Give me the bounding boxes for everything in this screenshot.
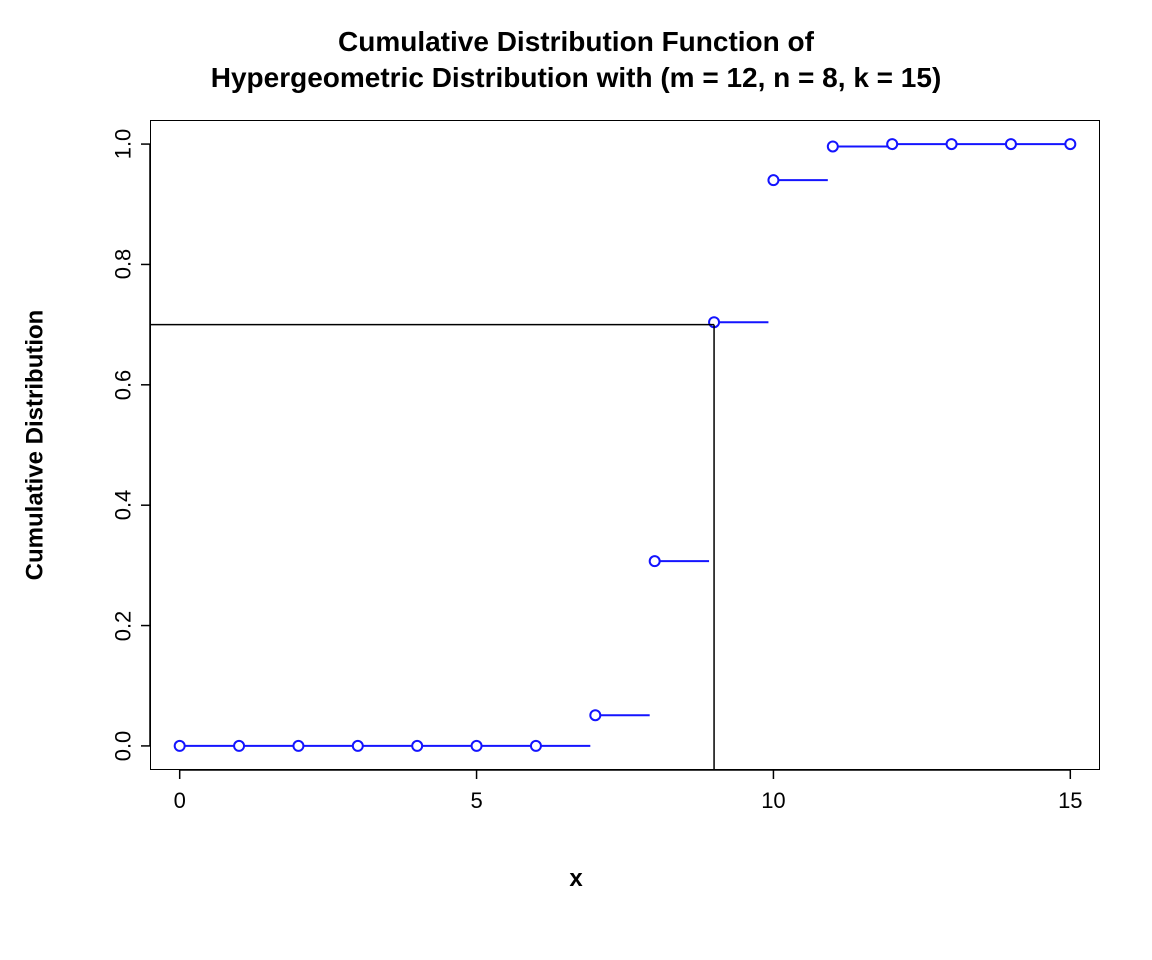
x-tick-label: 15	[1058, 788, 1082, 814]
y-axis-label: Cumulative Distribution	[20, 120, 50, 770]
y-tick-label: 0.8	[110, 249, 136, 280]
x-tick-label: 10	[761, 788, 785, 814]
y-tick-label: 0.6	[110, 370, 136, 401]
x-tick-label: 5	[470, 788, 482, 814]
y-tick-label: 0.0	[110, 731, 136, 762]
y-tick-label: 1.0	[110, 129, 136, 160]
chart-canvas: Cumulative Distribution Function of Hype…	[0, 0, 1152, 960]
y-tick-label: 0.4	[110, 490, 136, 521]
x-axis-label: x	[0, 865, 1152, 893]
axis-svg	[0, 0, 1152, 960]
y-tick-label: 0.2	[110, 610, 136, 641]
x-tick-label: 0	[174, 788, 186, 814]
